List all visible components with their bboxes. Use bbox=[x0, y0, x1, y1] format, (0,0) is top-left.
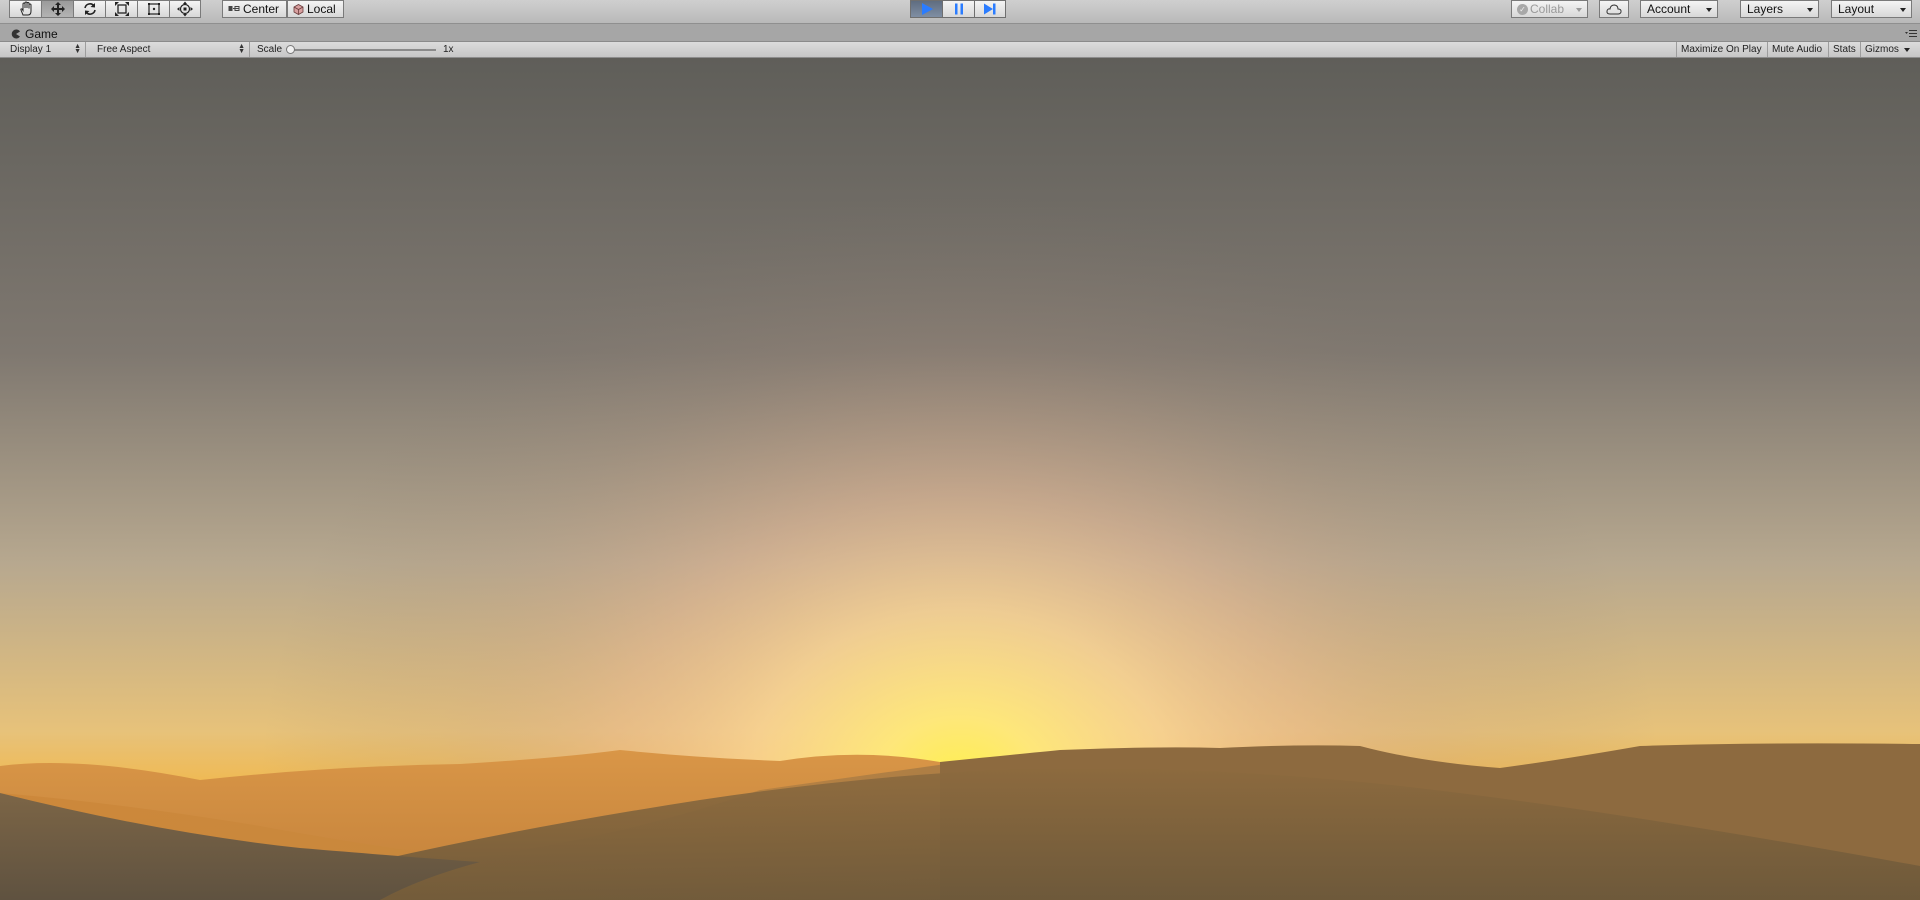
transform-tool-button[interactable] bbox=[169, 0, 201, 18]
cloud-icon bbox=[1606, 3, 1622, 14]
collab-dropdown[interactable]: ✓ Collab bbox=[1511, 0, 1588, 18]
chevron-down-icon bbox=[1576, 8, 1582, 12]
display-select[interactable]: Display 1 ▲ ▼ bbox=[4, 42, 86, 57]
gizmos-dropdown[interactable]: Gizmos bbox=[1860, 42, 1913, 57]
maximize-on-play-label: Maximize On Play bbox=[1681, 44, 1762, 55]
layout-label: Layout bbox=[1838, 2, 1875, 16]
chevron-down-icon bbox=[1900, 8, 1906, 12]
sunset-desert-scene bbox=[0, 58, 1920, 900]
cloud-button[interactable] bbox=[1599, 0, 1629, 18]
pivot-rotation-button[interactable]: Local bbox=[287, 0, 344, 18]
aspect-select[interactable]: Free Aspect ▲ ▼ bbox=[91, 42, 250, 57]
chevron-down-icon bbox=[1706, 8, 1712, 12]
pivot-center-icon bbox=[228, 6, 240, 11]
move-icon bbox=[50, 2, 65, 16]
stats-toggle[interactable]: Stats bbox=[1828, 42, 1860, 57]
main-toolbar: Center Local ✓ Collab Account Layers Lay… bbox=[0, 0, 1920, 24]
move-tool-button[interactable] bbox=[41, 0, 73, 18]
rect-tool-button[interactable] bbox=[137, 0, 169, 18]
scale-tool-button[interactable] bbox=[105, 0, 137, 18]
collab-label: Collab bbox=[1530, 2, 1565, 16]
pivot-rotation-label: Local bbox=[307, 2, 336, 16]
layers-dropdown[interactable]: Layers bbox=[1740, 0, 1819, 18]
rect-icon bbox=[147, 3, 160, 15]
select-arrows-icon: ▲ ▼ bbox=[238, 43, 245, 55]
transform-icon bbox=[177, 1, 193, 17]
scale-slider-track[interactable] bbox=[290, 49, 436, 51]
rotate-icon bbox=[83, 3, 96, 15]
account-dropdown[interactable]: Account bbox=[1640, 0, 1718, 18]
stats-label: Stats bbox=[1833, 44, 1856, 55]
panel-menu-icon[interactable] bbox=[1905, 28, 1917, 38]
collab-check-icon: ✓ bbox=[1517, 4, 1528, 15]
gizmos-label: Gizmos bbox=[1865, 44, 1899, 55]
account-label: Account bbox=[1647, 2, 1691, 16]
aspect-value: Free Aspect bbox=[97, 44, 151, 55]
pivot-mode-button[interactable]: Center bbox=[222, 0, 288, 18]
select-arrows-icon: ▲ ▼ bbox=[74, 43, 81, 55]
pivot-mode-label: Center bbox=[243, 2, 280, 16]
play-controls bbox=[910, 0, 1006, 18]
pause-icon bbox=[954, 3, 963, 15]
step-button[interactable] bbox=[974, 0, 1006, 18]
scale-slider-handle[interactable] bbox=[286, 45, 295, 54]
mute-audio-toggle[interactable]: Mute Audio bbox=[1767, 42, 1826, 57]
game-viewport[interactable] bbox=[0, 58, 1920, 900]
tab-game[interactable]: Game bbox=[5, 25, 66, 42]
local-cube-icon bbox=[293, 3, 304, 15]
pause-button[interactable] bbox=[942, 0, 974, 18]
step-icon bbox=[984, 3, 996, 15]
hand-icon bbox=[19, 1, 31, 16]
play-icon bbox=[921, 3, 933, 15]
game-tab-bar: Game bbox=[0, 24, 1920, 42]
maximize-on-play-toggle[interactable]: Maximize On Play bbox=[1676, 42, 1766, 57]
chevron-down-icon bbox=[1807, 8, 1813, 12]
game-view-icon bbox=[11, 29, 20, 38]
scale-icon bbox=[114, 2, 129, 16]
scale-value: 1x bbox=[443, 44, 454, 55]
game-view-controls: Display 1 ▲ ▼ Free Aspect ▲ ▼ Scale 1x Max… bbox=[0, 42, 1920, 58]
tab-title: Game bbox=[25, 26, 58, 41]
chevron-down-icon bbox=[1903, 48, 1910, 52]
layers-label: Layers bbox=[1747, 2, 1784, 16]
mute-audio-label: Mute Audio bbox=[1772, 44, 1823, 55]
display-value: Display 1 bbox=[10, 44, 52, 55]
hand-tool-button[interactable] bbox=[9, 0, 41, 18]
rotate-tool-button[interactable] bbox=[73, 0, 105, 18]
play-button[interactable] bbox=[910, 0, 942, 18]
layout-dropdown[interactable]: Layout bbox=[1831, 0, 1912, 18]
scale-label: Scale bbox=[257, 44, 283, 55]
